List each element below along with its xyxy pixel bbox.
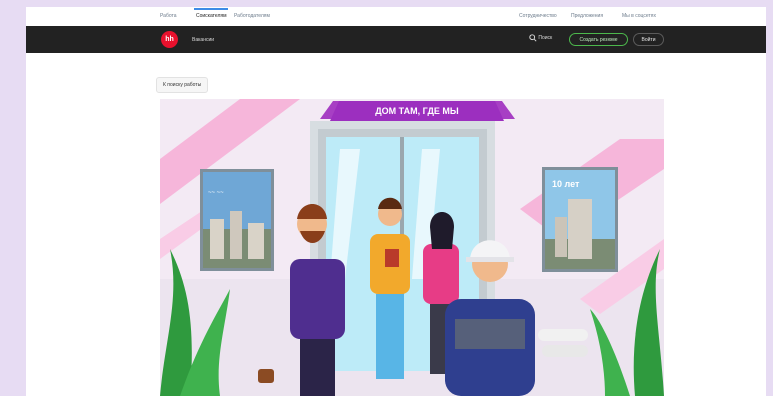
nav-jobs[interactable]: Вакансии <box>192 37 214 43</box>
back-to-search-chip[interactable]: К поиску работы <box>156 77 209 93</box>
main-navbar: hh Вакансии Поиск Создать резюме Войти <box>26 26 766 53</box>
svg-text:~~ ~~: ~~ ~~ <box>208 190 224 196</box>
top-nav-link-applicants[interactable]: Соискателям <box>196 13 227 19</box>
top-nav-link-work[interactable]: Работа <box>160 13 177 19</box>
top-nav-link-employers[interactable]: Работодателям <box>234 13 270 19</box>
create-resume-button[interactable]: Создать резюме <box>569 33 628 46</box>
top-nav: Работа Соискателям Работодателям Сотрудн… <box>26 7 766 26</box>
login-button[interactable]: Войти <box>633 33 664 46</box>
top-nav-link-offers[interactable]: Предложения <box>571 13 603 19</box>
top-nav-link-cooperation[interactable]: Сотрудничество <box>519 13 557 19</box>
search-icon <box>529 34 537 42</box>
top-nav-link-social[interactable]: Мы в соцсетях <box>622 13 656 19</box>
right-poster-text: 10 лет <box>552 179 580 189</box>
active-tab-indicator <box>194 8 228 10</box>
banner-headline: ДОМ ТАМ, ГДЕ МЫ <box>375 106 459 116</box>
page: Работа Соискателям Работодателям Сотрудн… <box>26 7 766 396</box>
search-button[interactable]: Поиск <box>529 34 552 42</box>
banner-illustration: ДОМ ТАМ, ГДЕ МЫ ~~ ~~ 10 лет <box>160 99 664 396</box>
promo-banner[interactable]: ДОМ ТАМ, ГДЕ МЫ ~~ ~~ 10 лет <box>160 99 664 396</box>
hh-logo[interactable]: hh <box>161 31 178 48</box>
search-label: Поиск <box>538 35 553 41</box>
